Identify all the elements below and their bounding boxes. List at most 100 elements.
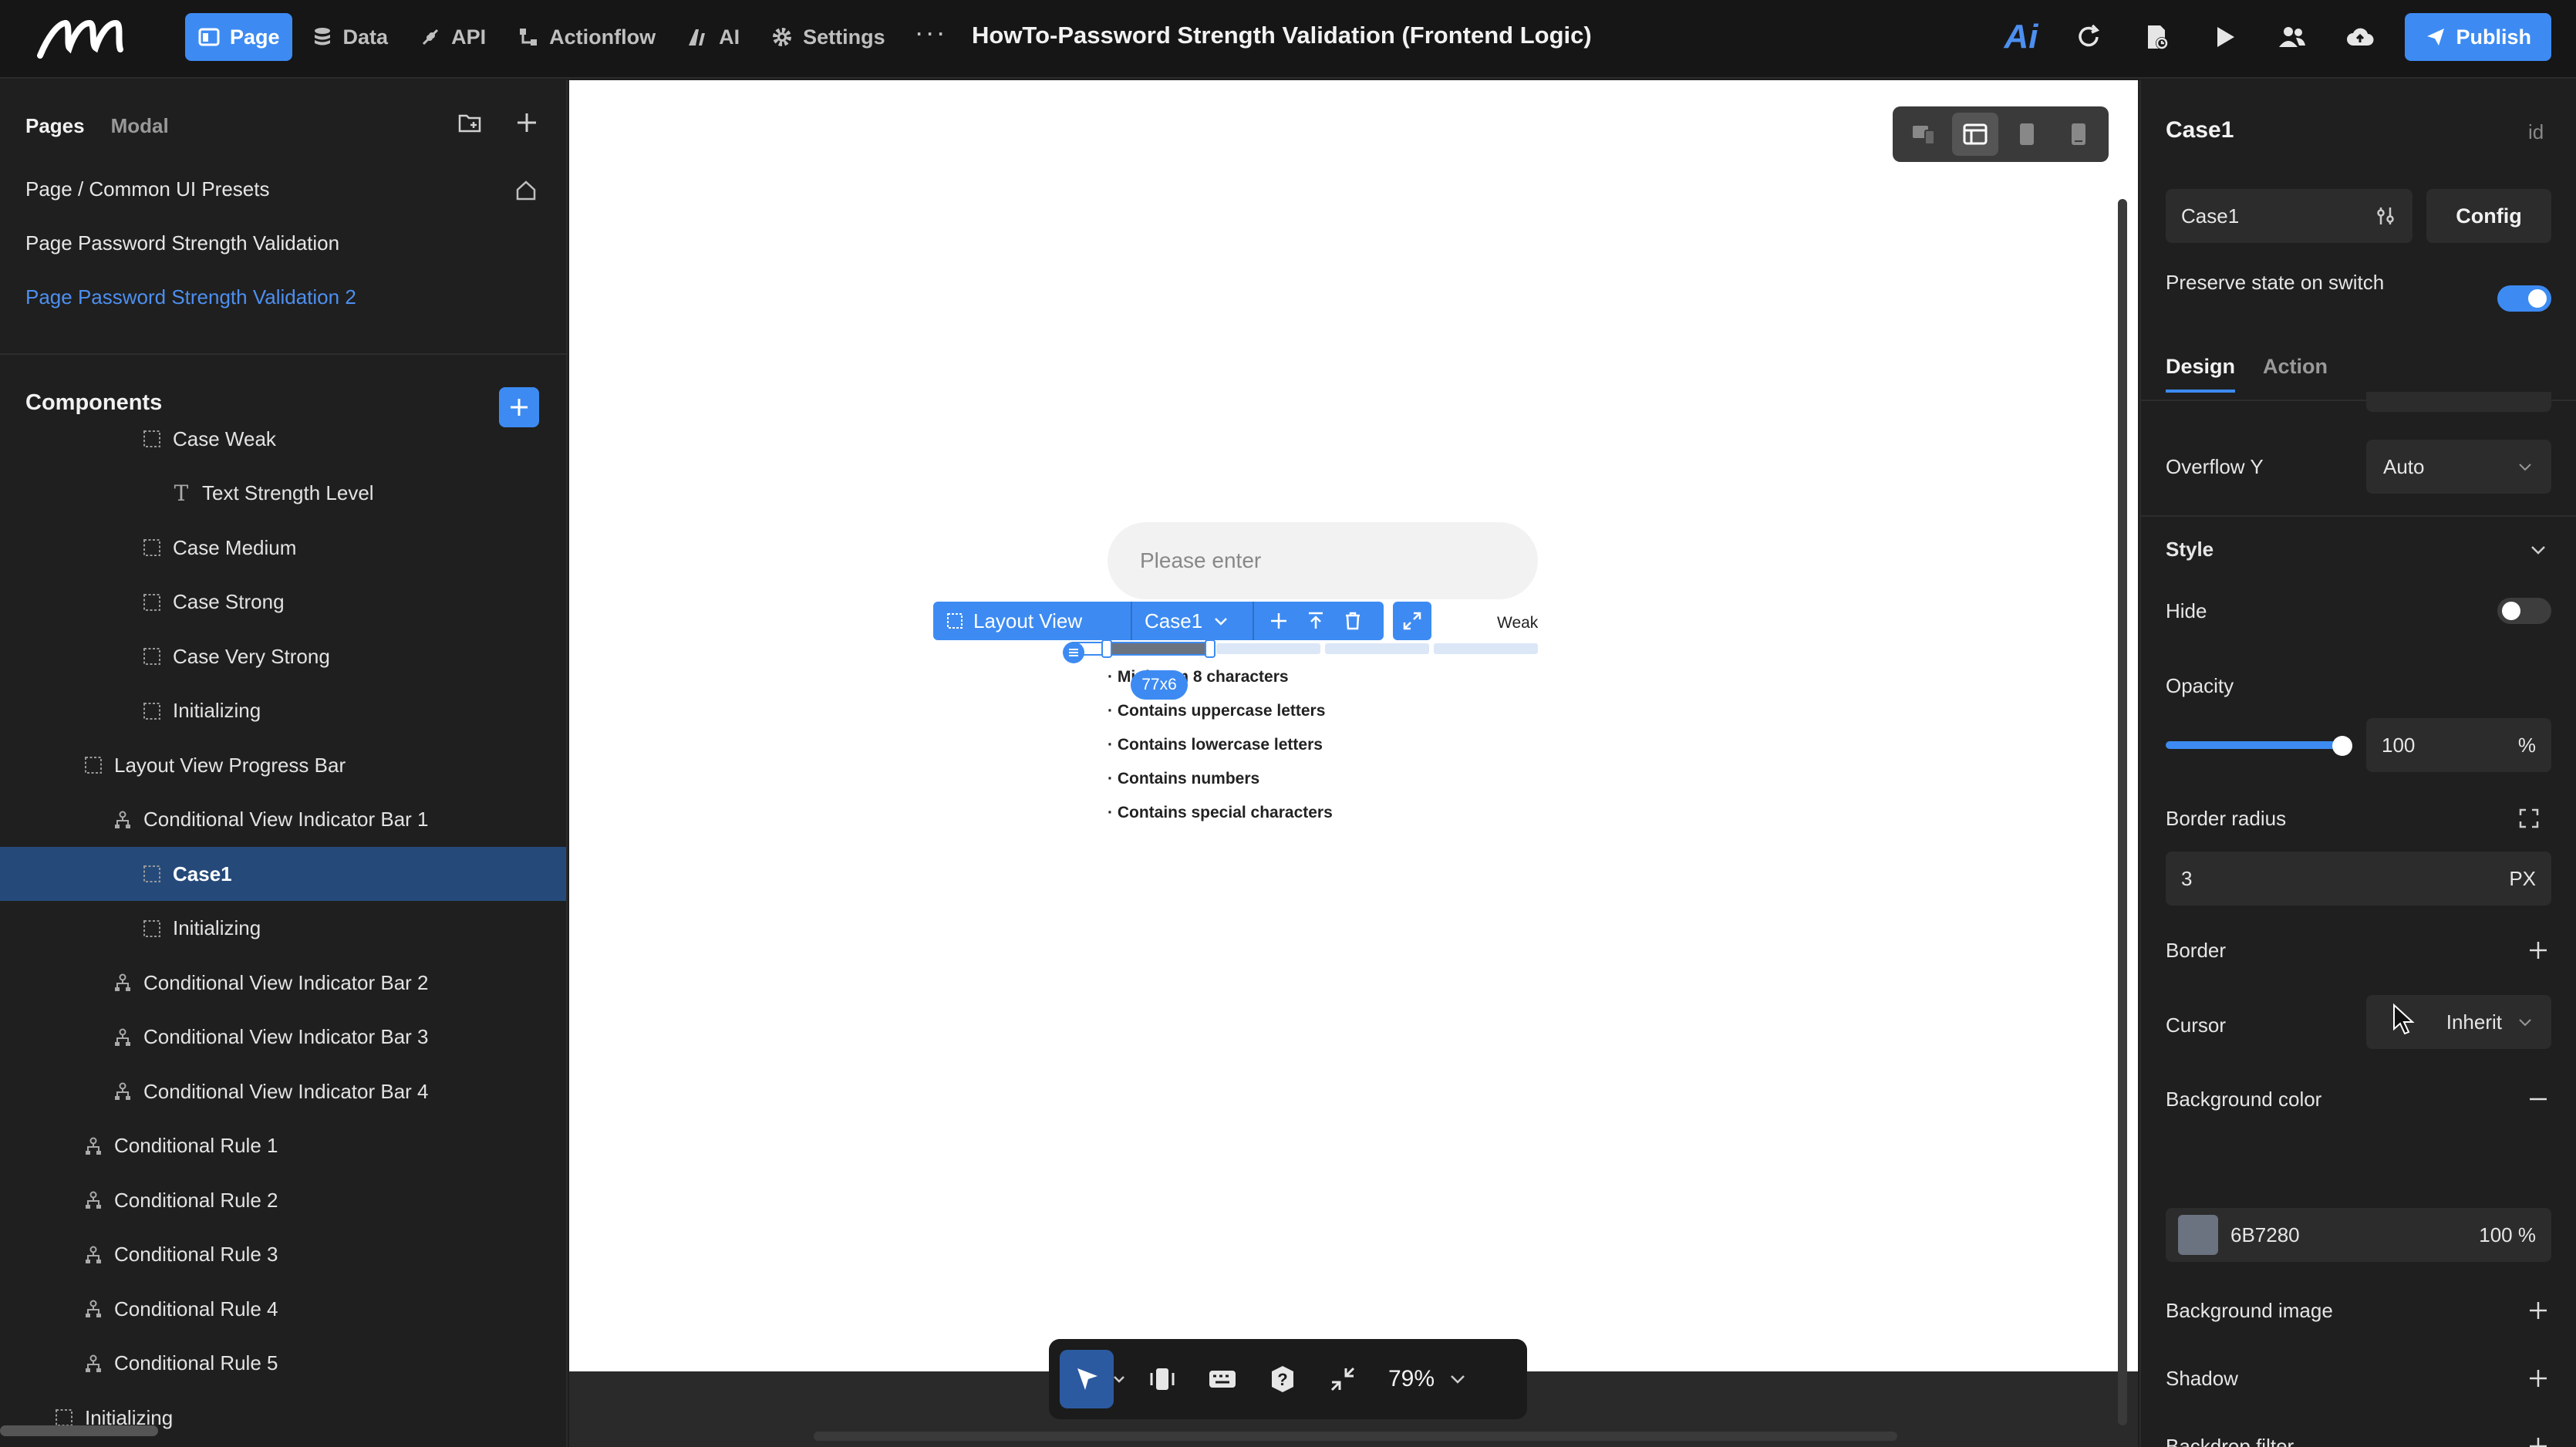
tree-item[interactable]: Initializing — [0, 1391, 566, 1445]
add-backdrop-filter-icon[interactable] — [2527, 1435, 2550, 1447]
sliders-icon[interactable] — [2374, 204, 2397, 228]
border-label: Border — [2166, 939, 2227, 962]
overflow-y-select[interactable]: Auto — [2366, 440, 2551, 494]
device-multi-button[interactable] — [1900, 113, 1947, 156]
border-radius-field[interactable]: 3 PX — [2166, 852, 2551, 906]
move-to-top-icon[interactable] — [1305, 610, 1327, 632]
fit-screen-button[interactable] — [1313, 1350, 1373, 1408]
preserve-state-toggle[interactable] — [2497, 285, 2551, 312]
add-shadow-icon[interactable] — [2527, 1367, 2550, 1390]
indicator-bar-3[interactable] — [1325, 643, 1429, 654]
app-logo[interactable] — [34, 14, 126, 62]
more-menu-button[interactable]: ··· — [904, 16, 958, 49]
remove-background-color-icon[interactable] — [2527, 1088, 2550, 1111]
add-background-image-icon[interactable] — [2527, 1299, 2550, 1322]
page-item-password-strength-validation[interactable]: Page Password Strength Validation — [25, 231, 339, 255]
tree-item[interactable]: Conditional Rule 1 — [0, 1119, 566, 1173]
tree-item[interactable]: Case Very Strong — [0, 629, 566, 683]
tree-item[interactable]: Case Weak — [0, 427, 566, 466]
tree-item[interactable]: Conditional Rule 2 — [0, 1173, 566, 1227]
tree-item[interactable]: Case Strong — [0, 575, 566, 629]
add-page-icon[interactable] — [514, 110, 540, 136]
opacity-slider[interactable] — [2166, 741, 2343, 749]
chevron-down-icon[interactable] — [2527, 538, 2550, 562]
device-phone-button[interactable] — [2055, 113, 2102, 156]
style-section-title[interactable]: Style — [2166, 538, 2214, 562]
toolbar-case-label: Case1 — [1145, 609, 1203, 632]
device-frame-button[interactable] — [1132, 1350, 1192, 1408]
background-color-field[interactable]: 6B7280 100 % — [2166, 1208, 2551, 1262]
component-id-link[interactable]: id — [2528, 120, 2544, 144]
collaborators-button[interactable] — [2258, 13, 2326, 61]
trash-icon[interactable] — [1342, 610, 1364, 632]
tree-item[interactable]: T Text Strength Level — [0, 467, 566, 521]
canvas-vertical-scrollbar[interactable] — [2118, 199, 2127, 1425]
device-desktop-button[interactable] — [1951, 113, 1998, 156]
nav-data[interactable]: Data — [298, 13, 401, 61]
hide-toggle[interactable] — [2497, 598, 2551, 624]
indicator-bar-2[interactable] — [1216, 643, 1320, 654]
chevron-down-icon[interactable] — [1111, 1371, 1128, 1388]
add-component-button[interactable] — [499, 387, 539, 427]
ai-assistant-button[interactable]: Ai — [1987, 13, 2055, 61]
config-button[interactable]: Config — [2426, 189, 2551, 243]
expand-button[interactable] — [1393, 602, 1431, 640]
case-name-field[interactable]: Case1 — [2166, 189, 2412, 243]
indicator-bar-4[interactable] — [1434, 643, 1538, 654]
cloud-sync-button[interactable] — [2326, 13, 2394, 61]
device-tablet-button[interactable] — [2004, 113, 2050, 156]
nav-settings[interactable]: Settings — [758, 13, 898, 61]
chevron-down-icon[interactable] — [1447, 1368, 1468, 1390]
canvas-horizontal-scrollbar[interactable] — [814, 1432, 1897, 1441]
tab-action[interactable]: Action — [2263, 355, 2328, 393]
tree-item[interactable]: Case Medium — [0, 521, 566, 575]
toolbar-case-select[interactable]: Case1 — [1132, 602, 1254, 640]
nav-ai[interactable]: AI — [674, 13, 752, 61]
opacity-slider-handle[interactable] — [2332, 736, 2352, 756]
rule-lowercase: · Contains lowercase letters — [1108, 736, 1323, 754]
add-folder-icon[interactable] — [457, 110, 483, 136]
branch-icon — [86, 1137, 101, 1155]
keyboard-shortcuts-button[interactable] — [1192, 1350, 1253, 1408]
corners-icon[interactable] — [2517, 807, 2541, 830]
add-border-icon[interactable] — [2527, 939, 2550, 962]
history-button[interactable] — [2123, 13, 2190, 61]
nav-api[interactable]: API — [406, 13, 498, 61]
tree-item[interactable]: Conditional View Indicator Bar 4 — [0, 1064, 566, 1118]
left-horizontal-scrollbar[interactable] — [0, 1425, 158, 1436]
tree-item[interactable]: Initializing — [0, 684, 566, 738]
tree-item[interactable]: Conditional View Indicator Bar 3 — [0, 1010, 566, 1064]
password-input[interactable]: Please enter — [1108, 522, 1538, 599]
drag-handle[interactable] — [1063, 642, 1084, 663]
nav-actionflow[interactable]: Actionflow — [504, 13, 668, 61]
resize-handle-right[interactable] — [1205, 639, 1216, 658]
preview-button[interactable] — [2190, 13, 2258, 61]
tree-item[interactable]: Conditional Rule 3 — [0, 1228, 566, 1282]
tree-item[interactable]: Conditional View Indicator Bar 2 — [0, 956, 566, 1010]
tab-pages[interactable]: Pages — [25, 114, 85, 138]
resize-handle-left[interactable] — [1101, 639, 1112, 658]
tree-item[interactable]: Case1 — [0, 847, 566, 901]
zoom-level[interactable]: 79% — [1388, 1366, 1435, 1392]
page-item-common-ui-presets[interactable]: Page / Common UI Presets — [25, 177, 269, 201]
publish-button[interactable]: Publish — [2405, 13, 2551, 61]
refresh-button[interactable] — [2055, 13, 2123, 61]
tab-modal[interactable]: Modal — [111, 114, 169, 138]
tree-item[interactable]: Initializing — [0, 902, 566, 956]
document-history-icon — [2148, 25, 2169, 49]
help-button[interactable]: ? — [1253, 1350, 1313, 1408]
nav-page[interactable]: Page — [185, 13, 292, 61]
design-canvas[interactable] — [569, 80, 2138, 1371]
tree-item[interactable]: Conditional View Indicator Bar 1 — [0, 793, 566, 847]
page-item-password-strength-validation-2[interactable]: Page Password Strength Validation 2 — [25, 285, 356, 309]
home-icon[interactable] — [514, 178, 538, 203]
background-color-swatch[interactable] — [2178, 1215, 2218, 1255]
tree-item[interactable]: Conditional Rule 5 — [0, 1337, 566, 1391]
tree-item[interactable]: Conditional Rule 4 — [0, 1282, 566, 1336]
add-case-icon[interactable] — [1268, 610, 1290, 632]
tab-design[interactable]: Design — [2166, 355, 2236, 393]
select-tool-button[interactable] — [1060, 1350, 1114, 1408]
tree-item[interactable]: Layout View Progress Bar — [0, 738, 566, 792]
toolbar-component-select[interactable]: Layout View — [933, 602, 1132, 640]
opacity-field[interactable]: 100 % — [2366, 718, 2551, 772]
